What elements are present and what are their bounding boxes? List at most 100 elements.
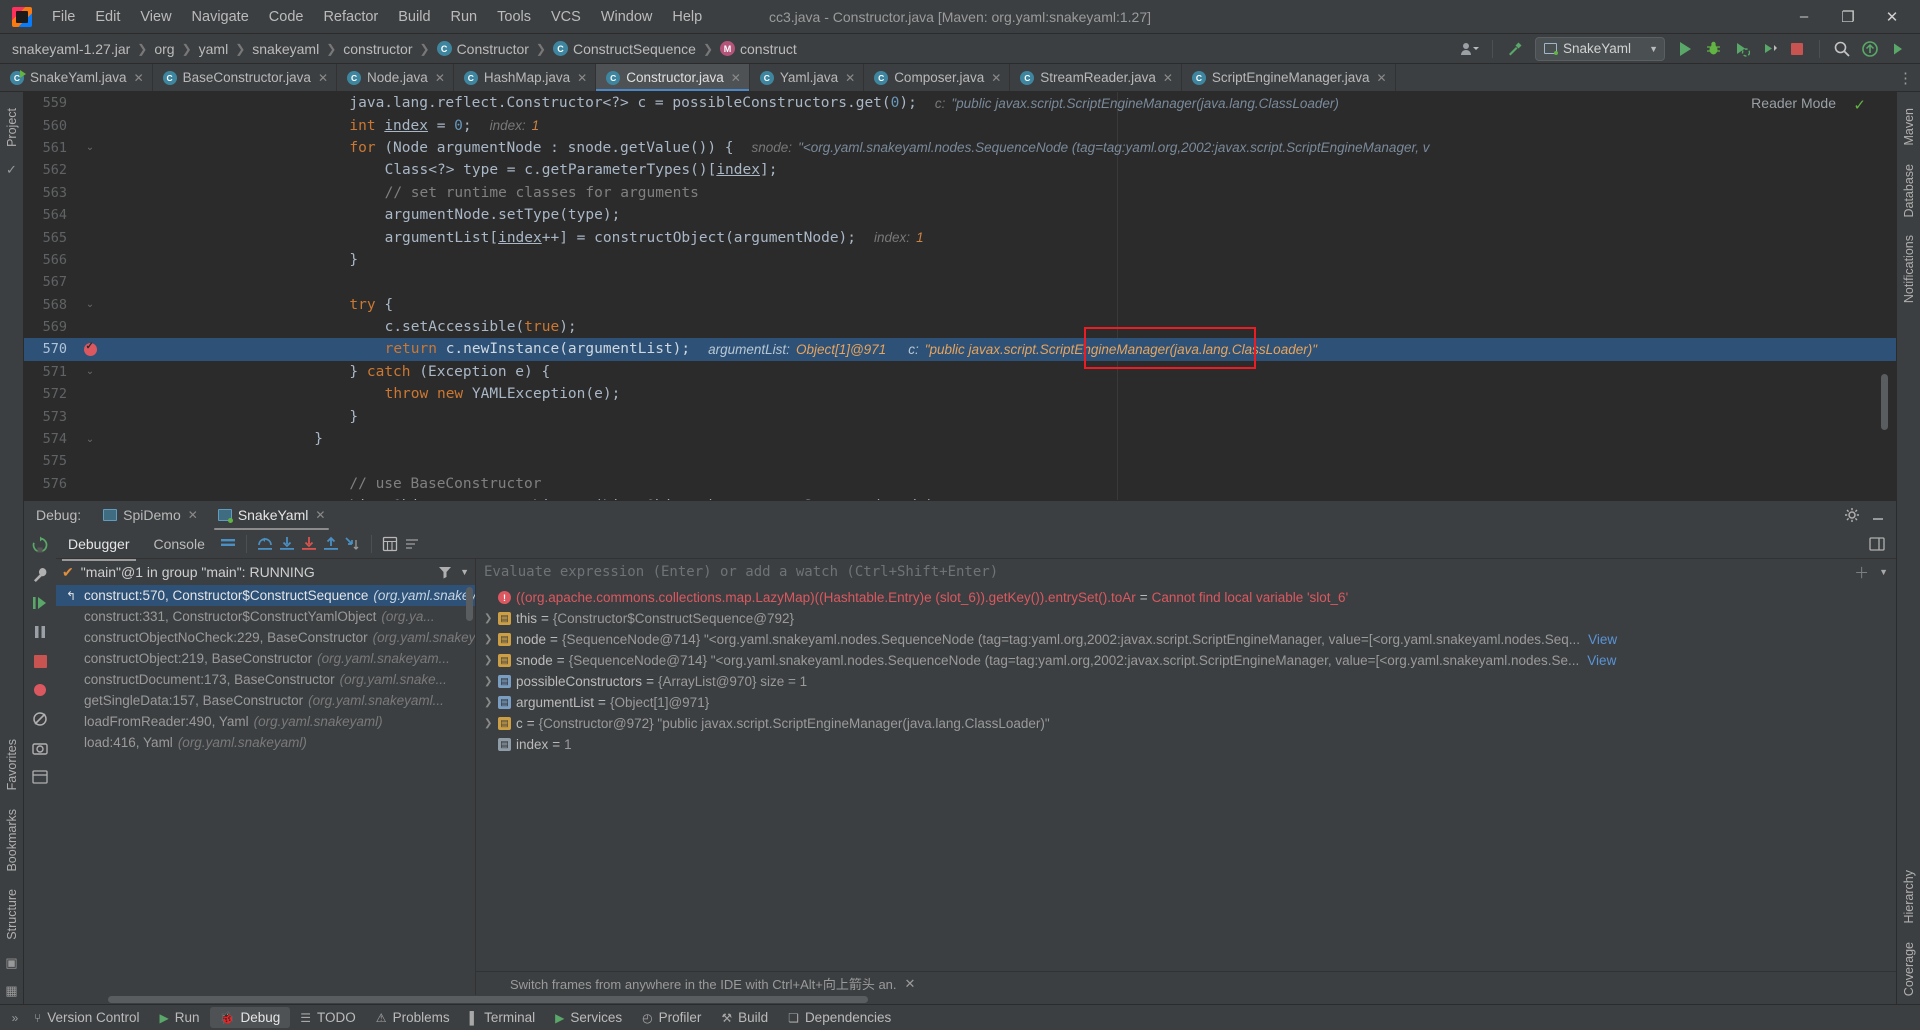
view-breakpoints-icon[interactable]: [30, 680, 50, 700]
menu-vcs[interactable]: VCS: [541, 5, 591, 29]
editor-line[interactable]: 574 ⌄}: [24, 428, 1896, 450]
filter-icon[interactable]: [438, 565, 452, 579]
restore-layout-icon[interactable]: [1866, 533, 1888, 555]
mute-breakpoints-icon[interactable]: [30, 709, 50, 729]
run-button[interactable]: [1671, 36, 1699, 62]
editor-tab-snakeyaml[interactable]: C SnakeYaml.java ✕: [0, 64, 153, 91]
close-tab-icon[interactable]: ✕: [435, 71, 445, 85]
stop-program-icon[interactable]: [30, 651, 50, 671]
bottom-tool-profiler[interactable]: ◴ Profiler: [632, 1007, 711, 1028]
editor-line[interactable]: 576 // use BaseConstructor: [24, 473, 1896, 495]
menu-code[interactable]: Code: [259, 5, 314, 29]
stack-frame-row[interactable]: construct:331, Constructor$ConstructYaml…: [56, 606, 475, 627]
close-tab-icon[interactable]: ✕: [1163, 71, 1173, 85]
close-tab-icon[interactable]: ✕: [318, 71, 328, 85]
user-account-icon[interactable]: [1456, 36, 1484, 62]
close-tab-icon[interactable]: ✕: [991, 71, 1001, 85]
menu-build[interactable]: Build: [388, 5, 440, 29]
breakpoint-icon[interactable]: [83, 341, 97, 356]
editor-line[interactable]: 566}: [24, 249, 1896, 271]
editor-line[interactable]: 569 c.setAccessible(true);: [24, 316, 1896, 338]
menu-navigate[interactable]: Navigate: [182, 5, 259, 29]
bottom-tool-terminal[interactable]: ▌ Terminal: [460, 1007, 546, 1028]
close-button[interactable]: ✕: [1870, 1, 1914, 33]
breadcrumb-item-constructor[interactable]: C Constructor: [436, 41, 529, 57]
editor-line[interactable]: 571 ⌄} catch (Exception e) {: [24, 361, 1896, 383]
rerun-icon[interactable]: [30, 535, 50, 555]
editor-line[interactable]: 562 Class<?> type = c.getParameterTypes()…: [24, 159, 1896, 181]
view-value-link[interactable]: View: [1588, 632, 1617, 647]
camera-icon[interactable]: ▣: [3, 954, 21, 972]
editor-line[interactable]: 575: [24, 450, 1896, 472]
step-over-icon[interactable]: [254, 533, 276, 555]
minimize-panel-icon[interactable]: [1870, 507, 1886, 523]
variable-row[interactable]: ! ((org.apache.commons.collections.map.La…: [476, 587, 1896, 608]
sidebar-item-project[interactable]: Project: [2, 100, 22, 155]
editor-line[interactable]: 573}: [24, 405, 1896, 427]
expand-arrow-icon[interactable]: ❯: [484, 655, 498, 666]
sidebar-item-coverage[interactable]: Coverage: [1899, 934, 1919, 1004]
debug-session-tab-spidemo[interactable]: SpiDemo ✕: [95, 504, 206, 526]
variable-row[interactable]: ❯ ▤ node = {SequenceNode@714} "<org.yaml.sna…: [476, 629, 1896, 650]
close-tab-icon[interactable]: ✕: [731, 71, 741, 85]
breadcrumb-item-yaml[interactable]: yaml: [199, 41, 229, 57]
bottom-tool-dependencies[interactable]: ❏ Dependencies: [778, 1007, 901, 1028]
gutter-marker-area[interactable]: ⌄: [76, 299, 104, 310]
bottom-tool-debug[interactable]: 🐞 Debug: [209, 1007, 291, 1028]
run-to-cursor-icon[interactable]: [342, 533, 364, 555]
variable-row[interactable]: ❯ ▤ argumentList = {Object[1]@971}: [476, 692, 1896, 713]
debug-button[interactable]: [1699, 36, 1727, 62]
close-session-icon[interactable]: ✕: [188, 508, 198, 522]
close-tab-icon[interactable]: ✕: [845, 71, 855, 85]
gutter-marker-area[interactable]: [76, 341, 104, 356]
show-execution-point-icon[interactable]: [217, 533, 239, 555]
menu-window[interactable]: Window: [591, 5, 663, 29]
menu-refactor[interactable]: Refactor: [313, 5, 388, 29]
code-fold-icon[interactable]: ⌄: [86, 142, 94, 153]
editor-line[interactable]: 568 ⌄ try {: [24, 294, 1896, 316]
build-hammer-icon[interactable]: [1501, 36, 1529, 62]
editor-line[interactable]: 563 // set runtime classes for arguments: [24, 182, 1896, 204]
evaluate-expression-bar[interactable]: Evaluate expression (Enter) or add a wat…: [476, 559, 1896, 585]
stop-button[interactable]: [1783, 36, 1811, 62]
search-icon[interactable]: [1828, 36, 1856, 62]
step-into-icon[interactable]: [276, 533, 298, 555]
stack-frame-row[interactable]: loadFromReader:490, Yaml (org.yaml.snakey…: [56, 711, 475, 732]
menu-run[interactable]: Run: [441, 5, 488, 29]
stack-frame-row[interactable]: load:416, Yaml (org.yaml.snakeyaml): [56, 732, 475, 753]
breadcrumb-item-org[interactable]: org: [154, 41, 174, 57]
sidebar-item-favorites[interactable]: Favorites: [2, 731, 22, 798]
editor-line[interactable]: 559 java.lang.reflect.Constructor<?> c = …: [24, 92, 1896, 114]
variable-row[interactable]: ▤ index = 1: [476, 734, 1896, 755]
editor-tab-constructor[interactable]: C Constructor.java ✕: [596, 64, 750, 91]
profiler-button[interactable]: [1755, 36, 1783, 62]
editor-line[interactable]: 560 int index = 0; index: 1: [24, 114, 1896, 136]
stack-frame-row[interactable]: constructObjectNoCheck:229, BaseConstruc…: [56, 627, 475, 648]
menu-file[interactable]: File: [42, 5, 85, 29]
code-fold-icon[interactable]: ⌄: [86, 366, 94, 377]
maximize-button[interactable]: ❐: [1826, 1, 1870, 33]
stack-frame-row[interactable]: constructDocument:173, BaseConstructor (o…: [56, 669, 475, 690]
variable-row[interactable]: ❯ ▤ c = {Constructor@972} "public javax.scri…: [476, 713, 1896, 734]
grid-icon[interactable]: ▦: [3, 982, 21, 1000]
editor-tab-scriptenginemanager[interactable]: C ScriptEngineManager.java ✕: [1181, 64, 1396, 91]
menu-tools[interactable]: Tools: [487, 5, 541, 29]
sidebar-item-bookmarks[interactable]: Bookmarks: [2, 801, 22, 880]
editor-line[interactable]: 564 argumentNode.setType(type);: [24, 204, 1896, 226]
variable-row[interactable]: ❯ ▤ this = {Constructor$ConstructSequence@79…: [476, 608, 1896, 629]
gutter-marker-area[interactable]: ⌄: [76, 142, 104, 153]
updates-icon[interactable]: [1856, 36, 1884, 62]
gutter-marker-area[interactable]: ⌄: [76, 434, 104, 445]
frames-list[interactable]: ↰ construct:570, Constructor$ConstructSeq…: [56, 585, 475, 995]
evaluate-input-placeholder[interactable]: Evaluate expression (Enter) or add a wat…: [484, 564, 998, 580]
minimize-button[interactable]: –: [1782, 1, 1826, 33]
editor-tab-node[interactable]: C Node.java ✕: [337, 64, 454, 91]
layout-icon[interactable]: [30, 767, 50, 787]
thread-selector[interactable]: ✔ "main"@1 in group "main": RUNNING ▼: [56, 559, 475, 585]
sidebar-item-notifications[interactable]: Notifications: [1899, 227, 1919, 311]
stack-frame-row[interactable]: constructObject:219, BaseConstructor (org…: [56, 648, 475, 669]
sidebar-item-maven[interactable]: Maven: [1899, 100, 1919, 154]
code-fold-icon[interactable]: ⌄: [86, 299, 94, 310]
chevron-down-icon[interactable]: ▼: [460, 567, 469, 577]
menu-view[interactable]: View: [130, 5, 181, 29]
